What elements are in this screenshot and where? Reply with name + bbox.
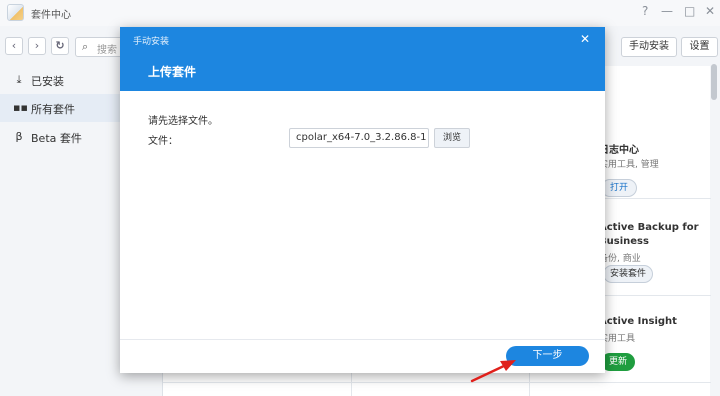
window-titlebar: 套件中心 ? — □ ✕ (0, 0, 720, 26)
grid-icon: ▪▪ (13, 101, 28, 114)
refresh-button[interactable]: ↻ (51, 37, 69, 55)
close-icon[interactable]: ✕ (705, 4, 715, 18)
file-label: 文件： (148, 136, 178, 147)
update-button[interactable]: 更新 (601, 353, 635, 371)
package-title[interactable]: 日志中心 (599, 141, 639, 156)
refresh-icon: ↻ (55, 39, 65, 52)
download-icon: ⤓ (16, 73, 22, 86)
package-center-icon (7, 4, 24, 21)
help-icon[interactable]: ? (642, 4, 648, 18)
open-button[interactable]: 打开 (601, 179, 637, 197)
chevron-right-icon: › (34, 39, 40, 52)
sidebar-item-label: 所有套件 (31, 103, 75, 116)
browse-button[interactable]: 浏览 (434, 128, 470, 148)
beta-icon: β (15, 130, 23, 143)
next-button[interactable]: 下一步 (506, 346, 589, 366)
package-category: 备份, 商业 (599, 254, 641, 264)
maximize-icon[interactable]: □ (684, 4, 695, 18)
back-button[interactable]: ‹ (5, 37, 23, 55)
dialog-header: 手动安装 ✕ 上传套件 (120, 27, 605, 91)
close-icon[interactable]: ✕ (580, 32, 590, 46)
sidebar-item-label: 已安装 (31, 75, 64, 88)
search-placeholder: 搜索 (97, 45, 117, 56)
package-title[interactable]: Active Backup for (599, 222, 699, 233)
manual-install-dialog: 手动安装 ✕ 上传套件 请先选择文件。 文件： cpolar_x64-7.0_3… (120, 27, 605, 373)
dialog-prompt: 请先选择文件。 (148, 116, 218, 127)
package-title[interactable]: Active Insight (599, 316, 677, 327)
dialog-app-name: 手动安装 (133, 37, 170, 47)
dialog-footer-divider (120, 339, 605, 340)
forward-button[interactable]: › (28, 37, 46, 55)
dialog-title: 上传套件 (148, 65, 197, 79)
package-category: 实用工具, 管理 (599, 160, 659, 170)
minimize-icon[interactable]: — (661, 4, 673, 18)
file-path-field[interactable]: cpolar_x64-7.0_3.2.86.8-1 (289, 128, 429, 148)
scrollbar[interactable] (711, 64, 717, 100)
package-title-line2: Business (599, 236, 649, 247)
chevron-left-icon: ‹ (11, 39, 17, 52)
settings-button[interactable]: 设置 (681, 37, 718, 57)
manual-install-button[interactable]: 手动安装 (621, 37, 677, 57)
search-icon: ⌕ (82, 40, 89, 53)
install-button[interactable]: 安装套件 (603, 265, 653, 283)
grid-divider (163, 382, 711, 383)
window-title: 套件中心 (31, 10, 71, 21)
sidebar-item-label: Beta 套件 (31, 132, 82, 145)
